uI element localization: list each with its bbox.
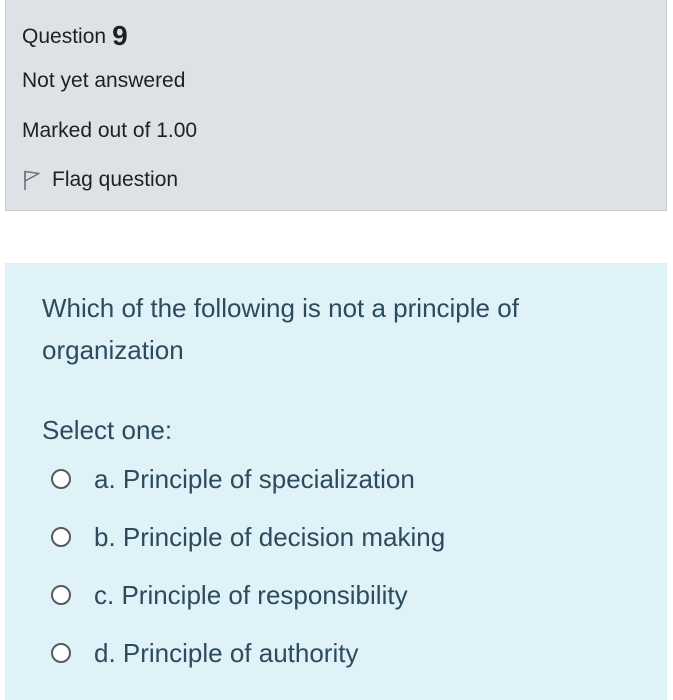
flag-question-label: Flag question bbox=[52, 168, 179, 191]
answer-prompt: Select one: bbox=[42, 415, 173, 445]
answer-option-a[interactable]: a. Principle of specialization bbox=[51, 459, 415, 499]
question-state: Not yet answered bbox=[22, 69, 186, 92]
question-content-panel: Which of the following is not a principl… bbox=[5, 263, 667, 700]
radio-button-c[interactable] bbox=[51, 585, 71, 605]
answer-option-d[interactable]: d. Principle of authority bbox=[51, 633, 358, 673]
question-text: Which of the following is not a principl… bbox=[42, 293, 519, 365]
flag-icon bbox=[22, 169, 42, 191]
answer-option-a-label: a. Principle of specialization bbox=[94, 464, 415, 494]
question-info-panel: Question 9 Not yet answered Marked out of… bbox=[5, 0, 667, 211]
radio-button-a[interactable] bbox=[51, 469, 71, 489]
answer-option-b[interactable]: b. Principle of decision making bbox=[51, 517, 445, 557]
question-heading: Question 9 bbox=[22, 20, 128, 51]
question-grade: Marked out of 1.00 bbox=[22, 119, 198, 142]
answer-option-d-label: d. Principle of authority bbox=[94, 638, 359, 668]
question-number: 9 bbox=[112, 20, 128, 51]
radio-button-d[interactable] bbox=[51, 643, 71, 663]
answer-option-c[interactable]: c. Principle of responsibility bbox=[51, 575, 408, 615]
answer-option-b-label: b. Principle of decision making bbox=[94, 522, 446, 552]
radio-button-b[interactable] bbox=[51, 527, 71, 547]
flag-question-button[interactable]: Flag question bbox=[22, 168, 178, 192]
question-label: Question bbox=[22, 25, 107, 48]
answer-option-c-label: c. Principle of responsibility bbox=[94, 580, 408, 610]
